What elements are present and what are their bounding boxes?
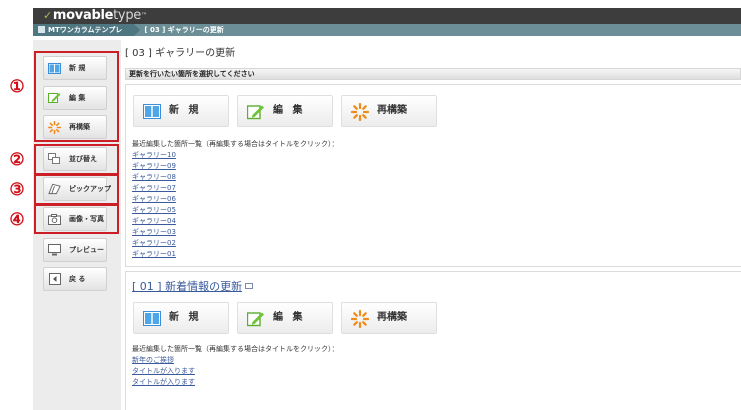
gallery-link[interactable]: ギャラリー01 — [132, 249, 176, 259]
gallery-panel: 新 規 編 集 再構築 最近編集した箇所一覧（再編集する場合はタイトルをクリック… — [125, 84, 741, 267]
news-edit-button[interactable]: 編 集 — [237, 302, 333, 334]
annotation-number-1: ① — [9, 77, 25, 97]
gallery-link[interactable]: ギャラリー04 — [132, 216, 176, 226]
annotation-number-2: ② — [9, 150, 25, 170]
rebuild-icon — [351, 309, 369, 328]
rebuild-icon — [351, 102, 369, 121]
annotation-number-3: ③ — [9, 180, 25, 200]
new-button[interactable]: 新 規 — [133, 95, 229, 127]
pencil-icon — [247, 103, 265, 120]
page-title: [ 03 ] ギャラリーの更新 — [125, 48, 236, 59]
edit-small-icon[interactable] — [245, 283, 254, 289]
gallery-link[interactable]: ギャラリー06 — [132, 194, 176, 204]
leaf-icon: ✓ — [43, 9, 52, 22]
annotation-box-1 — [34, 51, 119, 142]
gallery-link[interactable]: ギャラリー03 — [132, 227, 176, 237]
app-header: ✓movabletype™ — [33, 8, 741, 24]
gallery-link[interactable]: ギャラリー08 — [132, 172, 176, 182]
annotation-box-2 — [34, 144, 119, 175]
news-panel: [ 01 ] 新着情報の更新 新 規 編 集 再構築 最近編集した箇所一覧（再編… — [125, 271, 741, 410]
breadcrumb-current: [ 03 ] ギャラリーの更新 — [144, 26, 224, 34]
news-section-title: [ 01 ] 新着情報の更新 — [132, 278, 254, 294]
breadcrumb-site[interactable]: MTワンカラムテンプレ — [33, 24, 141, 36]
annotation-number-4: ④ — [9, 210, 25, 230]
news-hint: 最近編集した箇所一覧（再編集する場合はタイトルをクリック）： — [132, 345, 339, 353]
sidebar-preview-button[interactable]: プレビュー — [43, 238, 107, 262]
rebuild-button[interactable]: 再構築 — [341, 95, 437, 127]
breadcrumb: MTワンカラムテンプレ[ 03 ] ギャラリーの更新 — [33, 24, 741, 36]
columns-icon — [143, 103, 161, 120]
gallery-link[interactable]: ギャラリー10 — [132, 150, 176, 160]
news-link[interactable]: 新年のご挨拶 — [132, 355, 174, 365]
back-icon — [48, 273, 61, 285]
pencil-icon — [247, 310, 265, 327]
news-link[interactable]: タイトルが入ります — [132, 377, 195, 387]
news-section-link[interactable]: [ 01 ] 新着情報の更新 — [132, 280, 242, 293]
gallery-hint: 最近編集した箇所一覧（再編集する場合はタイトルをクリック）： — [132, 140, 339, 148]
news-new-button[interactable]: 新 規 — [133, 302, 229, 334]
section-header: 更新を行いたい箇所を選択してください — [125, 68, 741, 80]
gallery-link[interactable]: ギャラリー07 — [132, 183, 176, 193]
news-link[interactable]: タイトルが入ります — [132, 366, 195, 376]
news-rebuild-button[interactable]: 再構築 — [341, 302, 437, 334]
gallery-link[interactable]: ギャラリー02 — [132, 238, 176, 248]
movabletype-logo: ✓movabletype™ — [43, 8, 147, 23]
gallery-link[interactable]: ギャラリー05 — [132, 205, 176, 215]
sidebar-back-button[interactable]: 戻 る — [43, 267, 107, 291]
home-icon — [38, 26, 45, 33]
edit-button[interactable]: 編 集 — [237, 95, 333, 127]
columns-icon — [143, 310, 161, 327]
gallery-link[interactable]: ギャラリー09 — [132, 161, 176, 171]
annotation-box-4 — [34, 204, 119, 234]
monitor-icon — [48, 244, 61, 256]
annotation-box-3 — [34, 174, 119, 205]
